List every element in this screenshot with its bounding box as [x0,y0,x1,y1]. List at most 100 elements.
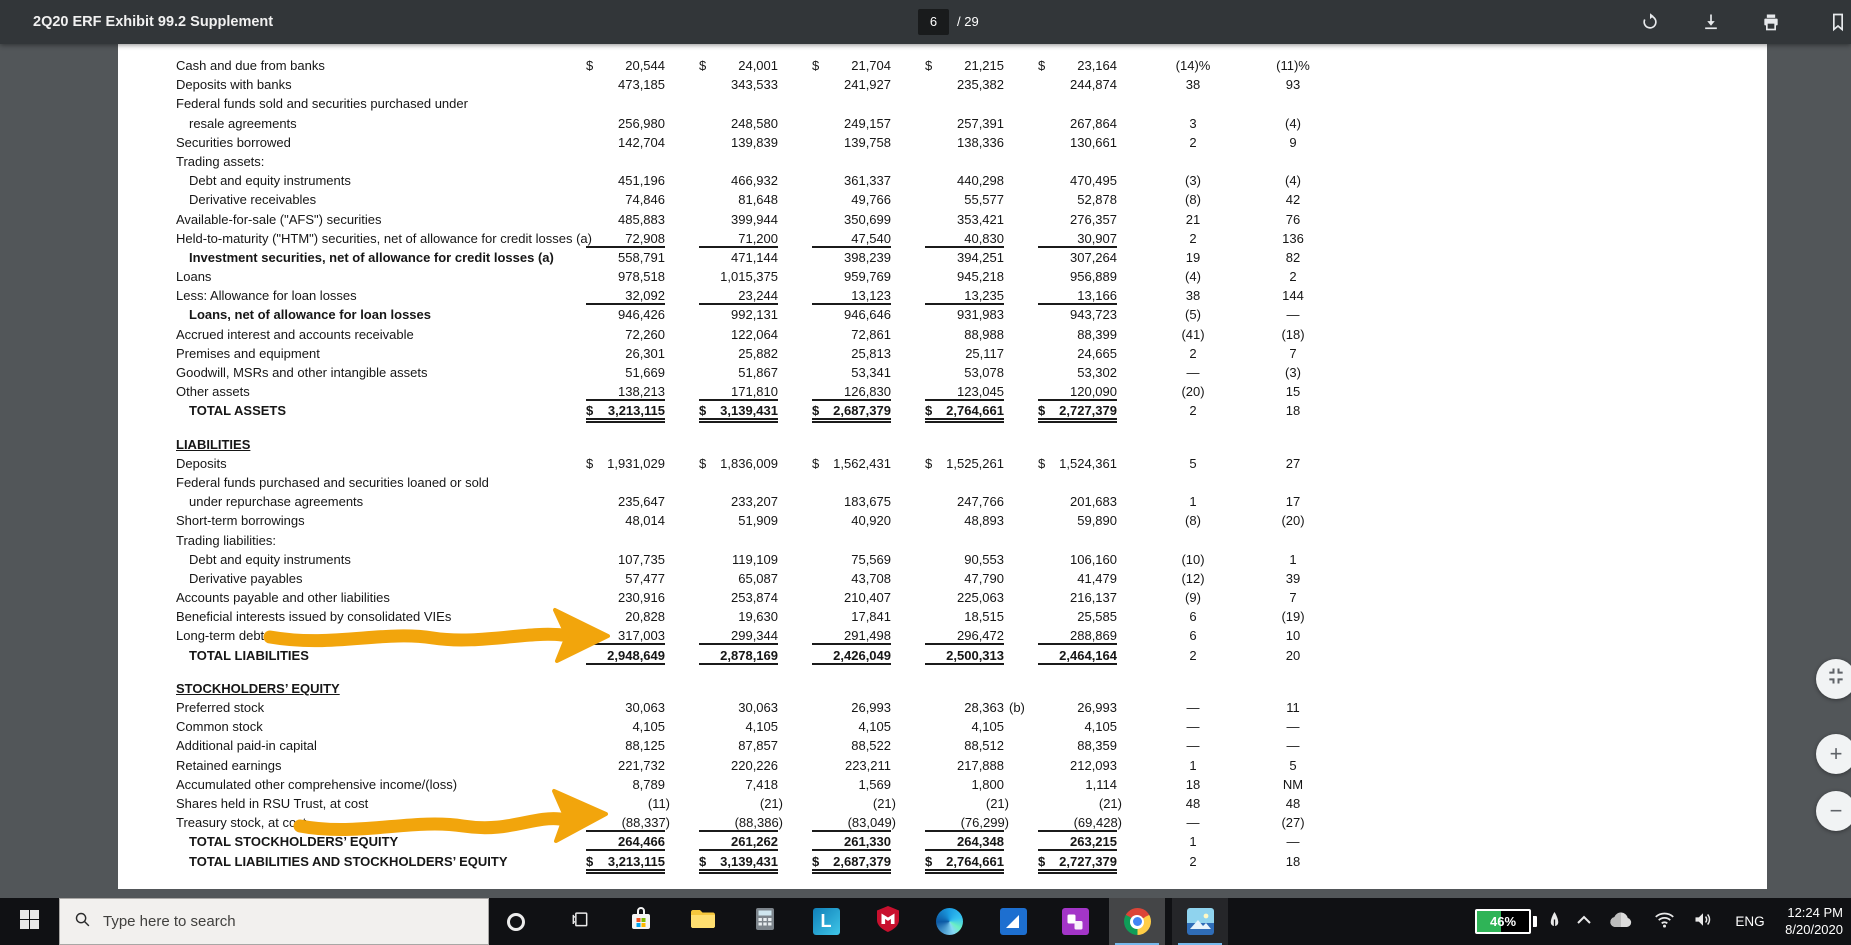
fit-page-button[interactable] [1816,659,1851,699]
taskbar-clock[interactable]: 12:24 PM 8/20/2020 [1733,905,1843,938]
wifi-tray-button[interactable] [1648,898,1680,945]
pct-change-cell: (11)% [1276,58,1310,73]
pdf-viewer[interactable]: Cash and due from banks $20,544 $24,001 $21… [0,44,1851,898]
value-cell: $3,213,115 [552,401,665,424]
value-cell: 2,426,049 [778,646,891,665]
cell-value: 943,723 [1070,307,1117,323]
cell-value: 53,302 [1077,365,1117,380]
value-cell: 13,123 [778,286,891,306]
row-label: Additional paid-in capital [176,738,317,754]
print-button[interactable] [1756,7,1786,37]
download-button[interactable] [1696,7,1726,37]
cell-value: 225,063 [957,590,1004,606]
cell-value: 120,090 [1070,384,1117,400]
search-input[interactable] [103,913,443,930]
row-label: TOTAL LIABILITIES AND STOCKHOLDERS’ EQUI… [189,853,508,869]
rotate-button[interactable] [1635,7,1665,37]
calculator-icon [752,906,778,937]
cell-value: 2,948,649 [607,647,665,663]
taskbar-app-photos[interactable] [1172,898,1228,945]
cell-value: (88,386) [734,815,783,831]
download-icon [1701,12,1721,32]
l-app-icon: L [812,908,840,935]
cell-value: 1,836,009 [720,455,778,471]
taskbar-app-edge[interactable] [921,898,977,945]
cell-value: 24,001 [738,58,778,73]
value-cell: 247,766 [891,492,1004,511]
cell-value: 296,472 [957,628,1004,644]
cortana-button[interactable] [498,898,534,945]
cell-value: 88,399 [1077,326,1117,342]
cell-value: 4,105 [971,719,1004,735]
cell-value: (76,299) [960,815,1009,831]
value-cell: 88,125 [552,736,665,755]
page-number-input[interactable]: 6 [918,9,949,35]
table-row: Other assets 138,213 171,810 126,830 123,045… [176,382,1396,402]
table-row: Derivative payables 57,477 65,087 43,708 47,… [176,569,1396,588]
cell-value: 235,647 [618,494,665,510]
value-cell [1004,94,1117,113]
taskbar-search[interactable] [59,898,489,945]
cell-value: 122,064 [731,326,778,342]
file-explorer-icon [689,905,717,938]
pct-change-cell: 2 [1189,647,1197,663]
taskbar-app-l-app[interactable]: L [798,898,854,945]
taskbar-app-microsoft-store[interactable] [613,898,669,945]
volume-tray-button[interactable] [1686,898,1720,945]
row-label: Shares held in RSU Trust, at cost [176,795,369,811]
value-cell: 353,421 [891,210,1004,229]
taskbar-app-chrome[interactable] [1109,898,1165,945]
row-label: Trading liabilities: [176,532,276,548]
pct-change-cell: NM [1282,776,1304,792]
table-row: STOCKHOLDERS’ EQUITY [176,679,1396,698]
row-label: Deposits with banks [176,77,292,93]
cell-value: 7,418 [745,776,778,792]
zoom-in-button[interactable]: + [1816,734,1851,774]
onedrive-tray-button[interactable] [1604,898,1638,945]
value-cell: 398,239 [778,248,891,267]
pct-change-cell: 2 [1189,345,1197,361]
pct-change-cell: (12) [1181,570,1205,586]
pen-tray-button[interactable] [1540,898,1568,945]
value-cell [891,94,1004,113]
start-button[interactable] [8,898,50,945]
value-cell: $3,213,115 [552,852,665,874]
task-view-button[interactable] [562,898,598,945]
speaker-icon [1693,911,1713,933]
value-cell: 72,908 [552,229,665,248]
value-cell: 88,399 [1004,325,1117,344]
dollar-sign: $ [925,455,933,471]
value-cell: 558,791 [552,248,665,267]
dollar-sign: $ [1038,853,1046,869]
value-cell: 466,932 [665,171,778,190]
battery-indicator[interactable]: 46% [1475,909,1531,934]
dollar-sign: $ [1038,58,1046,73]
zoom-out-button[interactable]: − [1816,791,1851,831]
pct-change-cell: — [1186,815,1200,831]
cell-value: 2,426,049 [833,647,891,663]
pct-change-cell: — [1186,738,1200,754]
taskbar-app-file-explorer[interactable] [675,898,731,945]
row-label: Premises and equipment [176,345,320,361]
cell-value: 2,500,313 [946,647,1004,663]
cell-value: 53,341 [851,365,891,380]
cell-value: 88,988 [964,326,1004,342]
value-cell: (76,299) [891,813,1009,833]
value-cell: $1,524,361 [1004,454,1117,473]
value-cell: 28,363 (b) [891,698,1025,717]
row-label: resale agreements [189,115,297,131]
taskbar-app-purple[interactable] [1047,898,1103,945]
tray-overflow-button[interactable] [1570,898,1598,945]
cell-value: 65,087 [738,570,778,586]
cell-value: 1,525,261 [946,455,1004,471]
taskbar-app-mcafee[interactable] [860,898,916,945]
value-cell: 249,157 [778,114,891,133]
taskbar-app-snip[interactable] [985,898,1041,945]
bookmark-button[interactable] [1823,7,1851,37]
cell-value: 43,708 [851,570,891,586]
taskbar-app-calculator[interactable] [737,898,793,945]
value-cell [1004,435,1117,454]
value-cell: 130,661 [1004,133,1117,152]
row-label: Derivative receivables [189,192,317,208]
pct-change-cell: 76 [1285,211,1301,227]
